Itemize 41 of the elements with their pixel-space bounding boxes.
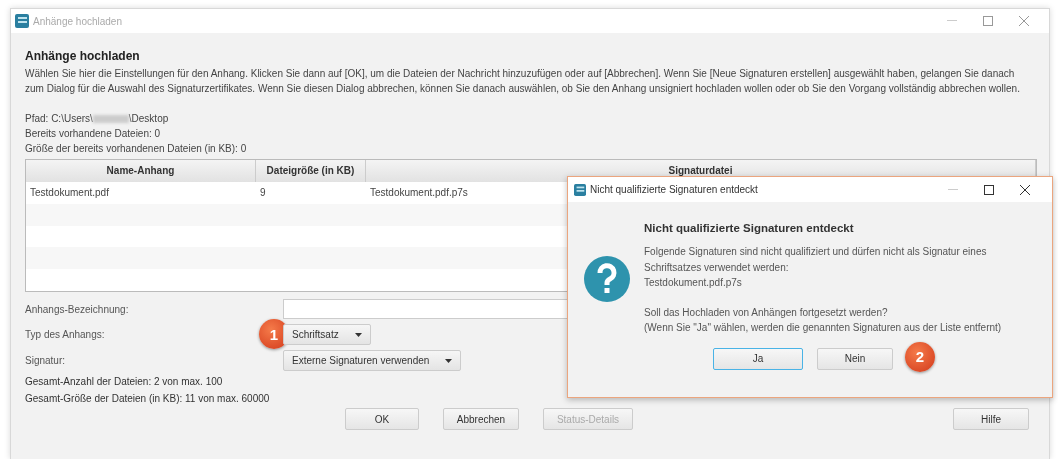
dialog-button[interactable]: Abbrechen bbox=[443, 408, 519, 430]
dialog-button[interactable]: OK bbox=[345, 408, 419, 430]
table-cell: Testdokument.pdf bbox=[30, 187, 109, 199]
info-text: Größe der bereits vorhandenen Dateien (in KB): 0 bbox=[25, 142, 248, 156]
field-label: Typ des Anhangs: bbox=[25, 329, 105, 340]
heading: Anhänge hochladen bbox=[25, 49, 141, 63]
total-text: Gesamt-Größe der Dateien (in KB): 11 von max. 60000 bbox=[25, 392, 271, 406]
dropdown[interactable]: Externe Signaturen verwenden bbox=[283, 350, 462, 371]
field-label: Signatur: bbox=[25, 355, 66, 366]
close-icon[interactable] bbox=[1020, 184, 1030, 195]
table-cell: 9 bbox=[260, 187, 266, 199]
dialog-button[interactable]: Ja bbox=[713, 347, 803, 370]
maximize-icon[interactable] bbox=[984, 184, 994, 195]
column-header[interactable]: Dateigröße (in KB) bbox=[256, 160, 366, 182]
table-cell: Testdokument.pdf.p7s bbox=[370, 187, 468, 199]
help-button[interactable]: Hilfe bbox=[953, 408, 1029, 430]
step-badge: 2 bbox=[905, 341, 935, 372]
app-icon bbox=[574, 183, 586, 196]
app-icon bbox=[15, 14, 29, 28]
window-title: Anhänge hochladen bbox=[33, 15, 123, 27]
dialog-text: Testdokument.pdf.p7s bbox=[644, 276, 743, 290]
dropdown[interactable]: Schriftsatz bbox=[283, 324, 371, 345]
dialog-text: Soll das Hochladen von Anhängen fortgesetzt werden? bbox=[644, 305, 889, 320]
minimize-icon[interactable] bbox=[948, 188, 958, 191]
description: Wählen Sie hier die Einstellungen für den Anhang. Klicken Sie dann auf [OK], um die Dateien der Nachricht hinzuzufügen oder auf [Abbrechen]. Wenn Sie [Neue Signaturen erstellen] ausgewählt haben, gelangen Sie danach zum Dialog für die Auswahl des Signaturzertifikates. Wenn Sie diesen Dialog abbrechen, können Sie danach auswählen, ob Sie den Anhang unsigniert hochladen wollen oder ob Sie den Vorgang vollständig abbrechen wollen. bbox=[25, 67, 1021, 96]
dialog-heading: Nicht qualifizierte Signaturen entdeckt bbox=[644, 222, 855, 234]
question-icon bbox=[584, 256, 630, 302]
dialog-title: Nicht qualifizierte Signaturen entdeckt bbox=[590, 184, 759, 195]
dialog-text: (Wenn Sie "Ja" wählen, werden die genannten Signaturen aus der Liste entfernt) bbox=[644, 321, 1003, 335]
redacted-username bbox=[92, 115, 129, 124]
minimize-icon[interactable] bbox=[947, 20, 957, 22]
dialog-button[interactable]: Nein bbox=[817, 347, 893, 370]
caret-icon bbox=[445, 358, 453, 363]
info-text: Bereits vorhandene Dateien: 0 bbox=[25, 127, 162, 141]
path-text: Pfad: C:\Users\ bbox=[25, 113, 93, 124]
total-text: Gesamt-Anzahl der Dateien: 2 von max. 100 bbox=[25, 375, 224, 389]
caret-icon bbox=[354, 332, 362, 337]
column-header[interactable]: Name-Anhang bbox=[26, 160, 256, 182]
dialog-text: Folgende Signaturen sind nicht qualifiziert und dürfen nicht als Signatur eines Schriftsatzes verwendet werden: bbox=[644, 245, 988, 275]
path-text: \Desktop bbox=[128, 113, 169, 124]
field-label: Anhangs-Bezeichnung: bbox=[25, 303, 129, 315]
